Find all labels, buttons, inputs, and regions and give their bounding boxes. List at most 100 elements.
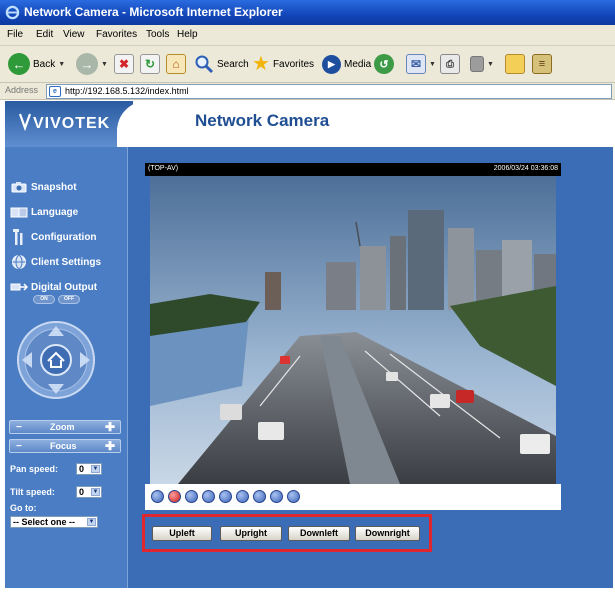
search-label: Search (217, 58, 249, 70)
ptz-direction-pad[interactable] (16, 320, 96, 400)
menu-tools[interactable]: Tools (146, 29, 169, 40)
globe-icon (10, 255, 28, 269)
search-icon (195, 55, 214, 74)
menu-file[interactable]: File (7, 29, 23, 40)
research-button[interactable]: ≡ (532, 50, 552, 78)
address-bar: Address e http://192.168.5.132/index.htm… (0, 83, 615, 100)
vivotek-logo-icon (19, 113, 31, 132)
page-icon: e (49, 86, 61, 97)
title-bar: Network Camera - Microsoft Internet Expl… (0, 0, 615, 25)
stop-video-icon[interactable] (219, 490, 232, 503)
discuss-icon (505, 54, 525, 74)
people-icon[interactable] (185, 490, 198, 503)
tilt-speed-value: 0 (79, 487, 85, 497)
discuss-button[interactable] (505, 50, 525, 78)
search-button[interactable]: Search (194, 50, 249, 78)
volume-icon[interactable] (236, 490, 249, 503)
media-button[interactable]: ▶ Media (322, 50, 371, 78)
video-timestamp: 2006/03/24 03:36:08 (493, 165, 558, 172)
focus-label: Focus (50, 441, 77, 451)
microphone-icon[interactable] (270, 490, 283, 503)
media-icon: ▶ (322, 54, 341, 74)
focus-near-icon[interactable]: − (16, 441, 22, 452)
pause-icon[interactable] (202, 490, 215, 503)
upload-icon[interactable] (287, 490, 300, 503)
browser-window: Network Camera - Microsoft Internet Expl… (0, 0, 615, 611)
zoom-label: Zoom (50, 422, 75, 432)
language-icon (10, 205, 28, 219)
sidebar-item-label: Snapshot (31, 181, 77, 193)
focus-far-icon[interactable]: ✚ (105, 439, 115, 453)
back-button[interactable]: ← Back ▼ (8, 50, 65, 78)
address-label: Address (5, 85, 39, 95)
tilt-speed-select[interactable]: 0 ▼ (76, 486, 102, 498)
stop-button[interactable]: ✖ (114, 50, 134, 78)
refresh-button[interactable]: ↻ (140, 50, 160, 78)
sidebar-item-configuration[interactable]: Configuration (10, 229, 97, 245)
upright-button[interactable]: Upright (220, 526, 282, 541)
edit-button[interactable]: ▼ (470, 50, 494, 78)
wrench-icon (10, 229, 28, 245)
media-label: Media (344, 58, 372, 70)
mail-icon: ✉ (406, 54, 426, 74)
camera-icon (10, 180, 28, 194)
favorites-button[interactable]: ★ Favorites (252, 50, 314, 78)
talk-icon[interactable] (253, 490, 266, 503)
chevron-down-icon: ▼ (87, 518, 96, 526)
forward-arrow-icon: → (76, 53, 98, 75)
history-button[interactable]: ↺ (374, 50, 394, 78)
sidebar-item-label: Client Settings (31, 256, 102, 268)
chevron-down-icon: ▼ (91, 465, 100, 473)
forward-dropdown-icon: ▼ (101, 60, 108, 68)
record-icon[interactable] (168, 490, 181, 503)
menu-bar: File Edit View Favorites Tools Help (0, 25, 615, 46)
goto-select[interactable]: -- Select one -- ▼ (10, 516, 98, 528)
downleft-button[interactable]: Downleft (288, 526, 350, 541)
zoom-out-icon[interactable]: − (16, 422, 22, 433)
edit-icon (470, 56, 484, 72)
mail-dropdown-icon: ▼ (429, 60, 436, 68)
upleft-button[interactable]: Upleft (152, 526, 212, 541)
window-title: Network Camera - Microsoft Internet Expl… (24, 5, 283, 19)
menu-edit[interactable]: Edit (36, 29, 53, 40)
zoom-video-icon[interactable] (151, 490, 164, 503)
back-label: Back (33, 58, 56, 70)
sidebar-item-client-settings[interactable]: Client Settings (10, 255, 101, 269)
focus-control[interactable]: − Focus ✚ (9, 439, 121, 453)
menu-help[interactable]: Help (177, 29, 198, 40)
sidebar-item-language[interactable]: Language (10, 205, 78, 219)
goto-value: -- Select one -- (13, 517, 76, 527)
pan-speed-select[interactable]: 0 ▼ (76, 463, 102, 475)
mail-button[interactable]: ✉ ▼ (406, 50, 436, 78)
forward-button[interactable]: → ▼ (76, 50, 108, 78)
page-title: Network Camera (195, 111, 330, 130)
chevron-down-icon: ▼ (91, 488, 100, 496)
sidebar-item-label: Configuration (31, 231, 97, 243)
sidebar-item-digital-output[interactable]: Digital Output (10, 280, 97, 294)
brand-logo: VIVOTEK (33, 115, 111, 132)
output-on-button[interactable]: ON (33, 295, 55, 304)
zoom-control[interactable]: − Zoom ✚ (9, 420, 121, 434)
video-control-bar (145, 484, 561, 510)
print-icon: ⎙ (440, 54, 460, 74)
output-off-button[interactable]: OFF (58, 295, 80, 304)
sidebar-item-label: Digital Output (31, 281, 98, 293)
edit-dropdown-icon: ▼ (487, 60, 494, 68)
home-button[interactable]: ⌂ (166, 50, 186, 78)
menu-favorites[interactable]: Favorites (96, 29, 137, 40)
sidebar-item-snapshot[interactable]: Snapshot (10, 180, 77, 194)
tilt-speed-label: Tilt speed: (10, 487, 55, 497)
address-input[interactable]: e http://192.168.5.132/index.html (46, 84, 612, 99)
video-info-bar: (TOP-AV) 2006/03/24 03:36:08 (145, 163, 561, 176)
star-icon: ★ (252, 53, 270, 75)
internet-explorer-icon (5, 5, 20, 20)
zoom-in-icon[interactable]: ✚ (105, 420, 115, 434)
print-button[interactable]: ⎙ (440, 50, 460, 78)
downright-button[interactable]: Downright (355, 526, 420, 541)
live-video-image (150, 176, 556, 484)
goto-label: Go to: (10, 503, 37, 513)
toolbar: ← Back ▼ → ▼ ✖ ↻ ⌂ Search ★ Favorites ▶ … (0, 46, 615, 83)
live-video-view[interactable] (150, 176, 556, 484)
history-icon: ↺ (374, 54, 394, 74)
menu-view[interactable]: View (63, 29, 85, 40)
